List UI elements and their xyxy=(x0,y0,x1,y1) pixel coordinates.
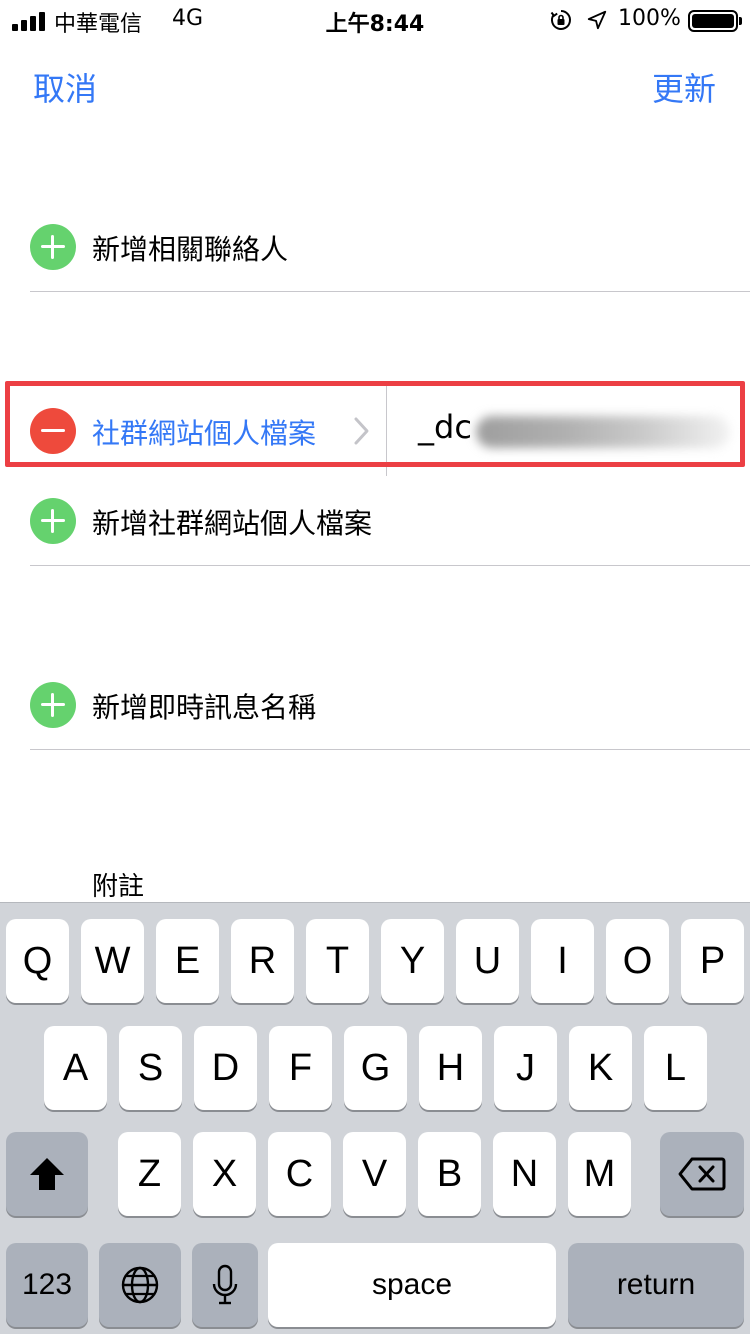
key-i[interactable]: I xyxy=(531,919,594,1003)
add-related-contact-row[interactable]: 新增相關聯絡人 xyxy=(0,202,750,292)
return-key[interactable]: return xyxy=(568,1243,744,1327)
numbers-key[interactable]: 123 xyxy=(6,1243,88,1327)
highlight-box xyxy=(5,381,745,467)
key-m[interactable]: M xyxy=(568,1132,631,1216)
delete-key[interactable] xyxy=(660,1132,744,1216)
key-w[interactable]: W xyxy=(81,919,144,1003)
status-bar: 中華電信 4G 上午8:44 100% xyxy=(0,0,750,40)
key-g[interactable]: G xyxy=(344,1026,407,1110)
row-divider xyxy=(30,291,750,292)
globe-icon xyxy=(121,1266,159,1304)
globe-key[interactable] xyxy=(99,1243,181,1327)
row-divider xyxy=(30,749,750,750)
key-o[interactable]: O xyxy=(606,919,669,1003)
key-u[interactable]: U xyxy=(456,919,519,1003)
add-related-contact-label: 新增相關聯絡人 xyxy=(92,233,289,266)
notes-label[interactable]: 附註 xyxy=(92,866,144,903)
key-z[interactable]: Z xyxy=(118,1132,181,1216)
key-e[interactable]: E xyxy=(156,919,219,1003)
location-arrow-icon xyxy=(587,10,607,30)
update-button[interactable]: 更新 xyxy=(652,64,716,110)
key-n[interactable]: N xyxy=(493,1132,556,1216)
add-circle-icon[interactable] xyxy=(30,682,76,728)
add-instant-message-row[interactable]: 新增即時訊息名稱 xyxy=(0,660,750,750)
key-h[interactable]: H xyxy=(419,1026,482,1110)
delete-icon xyxy=(678,1157,726,1191)
key-j[interactable]: J xyxy=(494,1026,557,1110)
orientation-lock-icon xyxy=(550,10,571,30)
key-a[interactable]: A xyxy=(44,1026,107,1110)
key-r[interactable]: R xyxy=(231,919,294,1003)
key-d[interactable]: D xyxy=(194,1026,257,1110)
shift-icon xyxy=(30,1158,64,1190)
key-x[interactable]: X xyxy=(193,1132,256,1216)
key-f[interactable]: F xyxy=(269,1026,332,1110)
key-p[interactable]: P xyxy=(681,919,744,1003)
battery-icon xyxy=(688,10,742,32)
shift-key[interactable] xyxy=(6,1132,88,1216)
add-social-profile-row[interactable]: 新增社群網站個人檔案 xyxy=(0,476,750,566)
key-c[interactable]: C xyxy=(268,1132,331,1216)
space-key[interactable]: space xyxy=(268,1243,556,1327)
add-social-profile-label: 新增社群網站個人檔案 xyxy=(92,507,373,540)
dictation-key[interactable] xyxy=(192,1243,258,1327)
cancel-button[interactable]: 取消 xyxy=(33,64,97,110)
battery-percent: 100% xyxy=(618,6,681,31)
key-s[interactable]: S xyxy=(119,1026,182,1110)
microphone-icon xyxy=(212,1264,238,1305)
add-instant-message-label: 新增即時訊息名稱 xyxy=(92,691,317,724)
key-l[interactable]: L xyxy=(644,1026,707,1110)
key-k[interactable]: K xyxy=(569,1026,632,1110)
keyboard: 123 space return QWERTYUIOP ASDFGHJKL ZXCV… xyxy=(0,902,750,1334)
key-q[interactable]: Q xyxy=(6,919,69,1003)
row-divider xyxy=(30,565,750,566)
key-t[interactable]: T xyxy=(306,919,369,1003)
key-b[interactable]: B xyxy=(418,1132,481,1216)
key-v[interactable]: V xyxy=(343,1132,406,1216)
key-y[interactable]: Y xyxy=(381,919,444,1003)
add-circle-icon[interactable] xyxy=(30,498,76,544)
add-circle-icon[interactable] xyxy=(30,224,76,270)
